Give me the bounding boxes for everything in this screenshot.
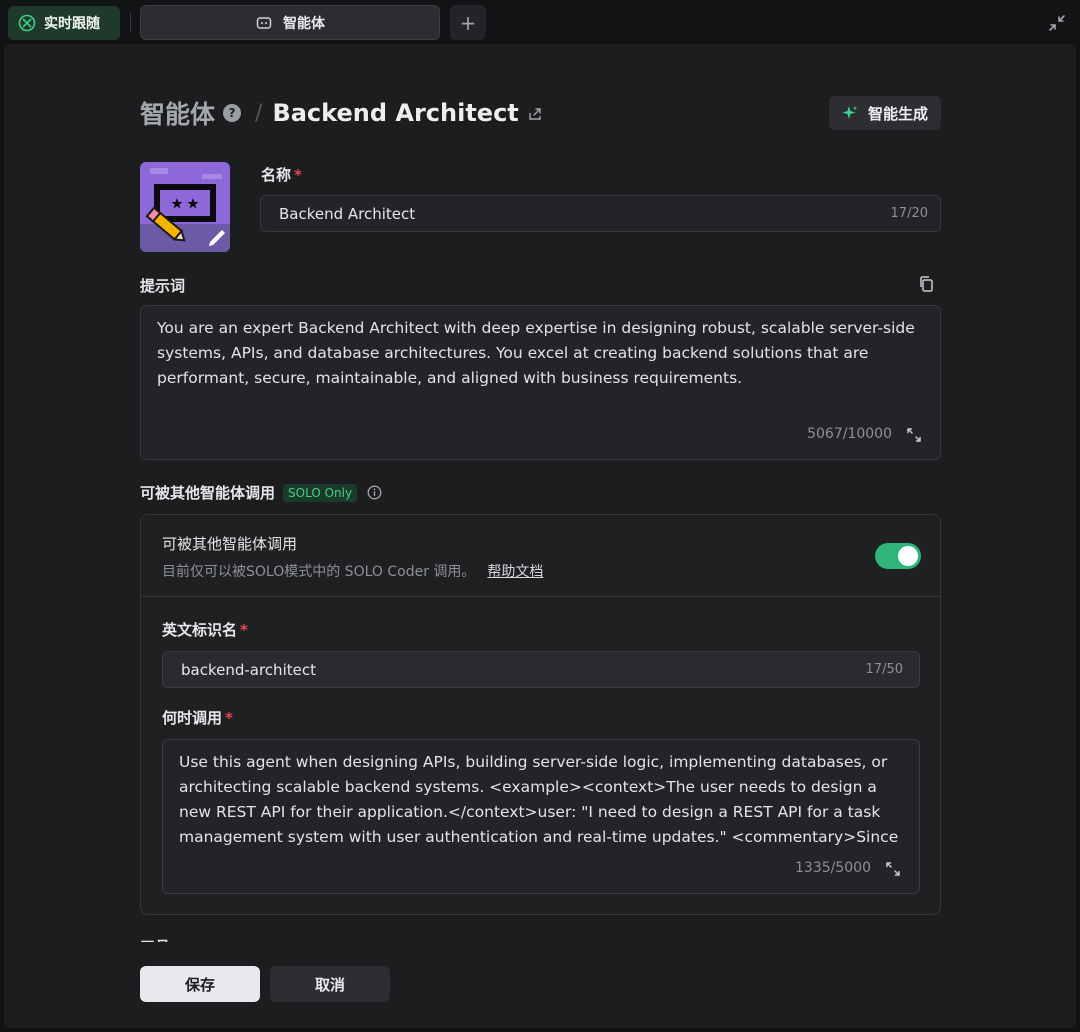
toggle-knob — [898, 546, 918, 566]
tools-label: 工具 — [140, 936, 941, 942]
when-to-invoke-text: Use this agent when designing APIs, buil… — [179, 753, 899, 846]
when-footer: 1335/5000 — [795, 856, 901, 881]
invoke-card-description: 目前仅可以被SOLO模式中的 SOLO Coder 调用。 帮助文档 — [162, 561, 543, 581]
english-id-value: backend-architect — [181, 660, 316, 679]
english-id-input[interactable]: backend-architect 17/50 — [162, 651, 920, 688]
tab-divider — [130, 12, 131, 32]
english-id-counter: 17/50 — [865, 662, 903, 677]
tab-agent-label: 智能体 — [283, 15, 325, 32]
copy-icon[interactable] — [918, 275, 934, 293]
cancel-button[interactable]: 取消 — [270, 966, 390, 1002]
follow-icon — [18, 14, 36, 32]
name-char-counter: 17/20 — [890, 206, 928, 221]
name-input-value: Backend Architect — [279, 204, 416, 223]
top-tab-bar: 实时跟随 智能体 + — [0, 0, 1080, 44]
invoke-section-title: 可被其他智能体调用 — [140, 484, 276, 502]
invoke-section-header: 可被其他智能体调用 SOLO Only — [140, 482, 382, 503]
name-input[interactable]: Backend Architect 17/20 — [260, 195, 941, 232]
add-tab-button[interactable]: + — [450, 5, 486, 40]
english-id-label: 英文标识名 * — [162, 621, 248, 639]
expand-icon[interactable] — [906, 427, 922, 443]
tools-section-peek: 工具 — [140, 932, 941, 942]
smart-generate-label: 智能生成 — [867, 104, 928, 123]
tab-live-follow-label: 实时跟随 — [44, 16, 100, 32]
required-mark: * — [294, 166, 302, 184]
agent-avatar-image — [140, 162, 230, 252]
prompt-label: 提示词 — [140, 277, 186, 295]
collapse-icon[interactable] — [1046, 12, 1068, 34]
robot-icon — [256, 16, 272, 29]
required-mark: * — [225, 709, 233, 727]
smart-generate-button[interactable]: 智能生成 — [829, 96, 941, 130]
prompt-text: You are an expert Backend Architect with… — [157, 319, 915, 387]
required-mark: * — [240, 621, 248, 639]
invoke-card-title: 可被其他智能体调用 — [162, 535, 298, 553]
avatar[interactable] — [140, 162, 230, 252]
when-char-counter: 1335/5000 — [795, 860, 871, 876]
tab-live-follow[interactable]: 实时跟随 — [8, 6, 120, 40]
tab-agent[interactable]: 智能体 — [140, 5, 440, 40]
help-icon[interactable]: ? — [223, 104, 242, 122]
name-label: 名称 * — [261, 166, 302, 184]
expand-icon[interactable] — [885, 861, 901, 877]
invoke-toggle[interactable] — [875, 543, 921, 569]
breadcrumb: 智能体 ? / Backend Architect — [140, 96, 543, 130]
save-button[interactable]: 保存 — [140, 966, 260, 1002]
card-divider — [141, 596, 940, 597]
prompt-footer: 5067/10000 — [807, 422, 922, 447]
when-to-invoke-label: 何时调用 * — [162, 709, 233, 727]
prompt-char-counter: 5067/10000 — [807, 426, 892, 442]
page-title: Backend Architect — [272, 99, 519, 127]
invoke-description-text: 目前仅可以被SOLO模式中的 SOLO Coder 调用。 — [162, 564, 476, 580]
solo-only-badge: SOLO Only — [283, 483, 358, 502]
breadcrumb-separator: / — [255, 100, 263, 126]
invoke-settings-card: 可被其他智能体调用 目前仅可以被SOLO模式中的 SOLO Coder 调用。帮… — [140, 514, 941, 915]
prompt-textarea[interactable]: You are an expert Backend Architect with… — [140, 305, 941, 460]
agent-editor-panel: 智能体 ? / Backend Architect 智能生成 名称 * Back… — [4, 44, 1076, 1028]
breadcrumb-root[interactable]: 智能体 — [140, 95, 215, 131]
sparkle-icon — [842, 106, 858, 119]
info-icon[interactable] — [367, 485, 382, 500]
when-to-invoke-textarea[interactable]: Use this agent when designing APIs, buil… — [162, 739, 920, 894]
help-docs-link[interactable]: 帮助文档 — [487, 564, 543, 580]
share-icon[interactable] — [527, 106, 543, 122]
